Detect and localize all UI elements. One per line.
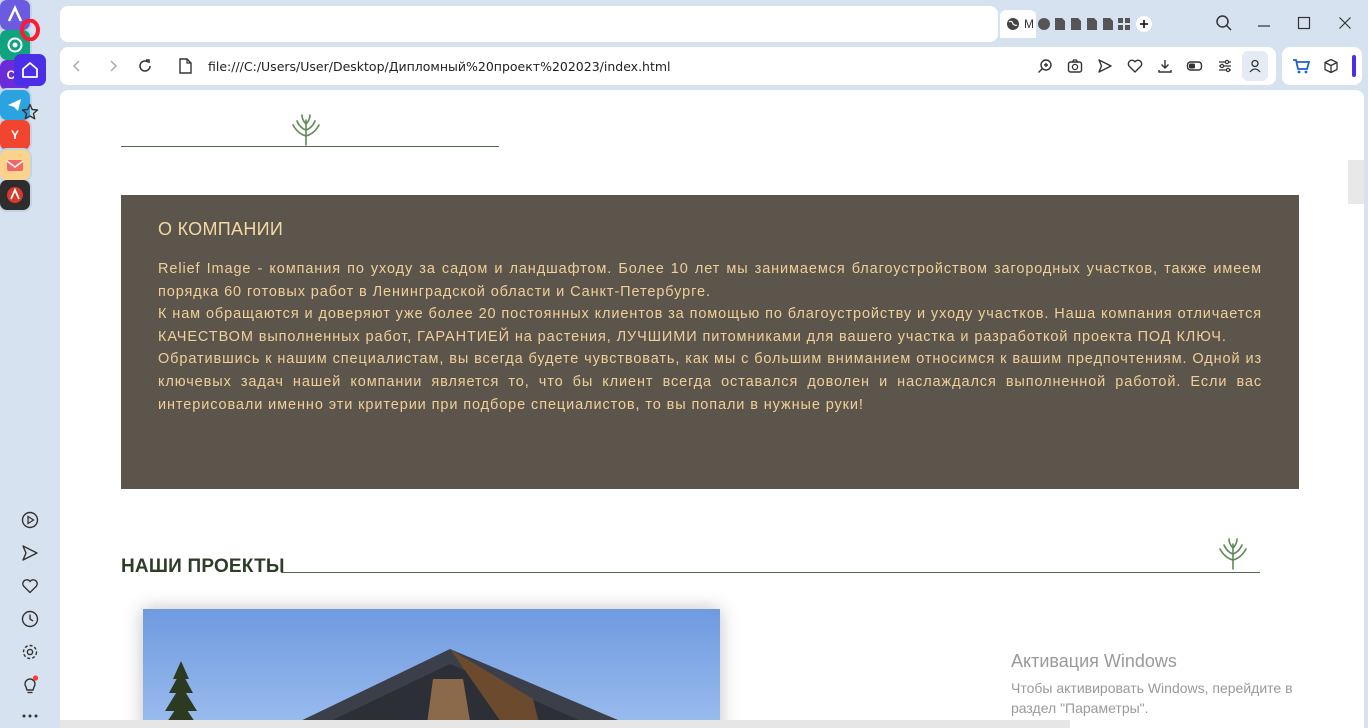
tab-strip: M: [1000, 10, 1156, 38]
maximize-icon: [1297, 16, 1311, 30]
more-dots-icon[interactable]: [14, 700, 46, 728]
camera-icon: [1067, 59, 1083, 73]
cart-icon: [1293, 59, 1310, 74]
reload-icon: [139, 59, 151, 72]
sprig-icon: [1219, 538, 1247, 570]
extensions-bar: [1282, 47, 1362, 85]
horizontal-scrollbar[interactable]: [60, 720, 1070, 728]
tab-document[interactable]: [1068, 10, 1084, 38]
reload-button[interactable]: [130, 51, 160, 81]
battery-saver-button[interactable]: [1182, 51, 1208, 81]
battery-icon: [1186, 61, 1203, 71]
back-button[interactable]: [62, 51, 92, 81]
forward-button[interactable]: [98, 51, 128, 81]
page-viewport: О КОМПАНИИ Relief Image - компания по ух…: [60, 90, 1364, 728]
about-paragraph: Relief Image - компания по уходу за садо…: [158, 261, 1262, 300]
favorite-button[interactable]: [1122, 51, 1148, 81]
close-icon: [1339, 17, 1351, 29]
new-tab-button[interactable]: [1132, 10, 1156, 38]
zoom-button[interactable]: [1032, 51, 1058, 81]
sidebar-app-mail[interactable]: [0, 150, 30, 180]
sidebar-app-yandex-label: Y: [10, 128, 19, 142]
sprig-icon: [292, 114, 320, 146]
plus-icon: [1136, 16, 1152, 32]
document-icon: [1055, 18, 1065, 30]
profile-button[interactable]: [1242, 51, 1268, 81]
close-button[interactable]: [1332, 10, 1358, 36]
address-bar: file:///C:/Users/User/Desktop/Дипломный%…: [60, 47, 1276, 85]
project-photo[interactable]: [143, 609, 720, 728]
sidebar-app-lingvo[interactable]: [0, 180, 30, 210]
extension-accent-bar: [1352, 55, 1356, 77]
snapshot-button[interactable]: [1062, 51, 1088, 81]
send-icon: [1098, 59, 1112, 73]
tab-document[interactable]: [1084, 10, 1100, 38]
tab-active[interactable]: M: [1000, 10, 1036, 38]
minimize-icon: [1258, 25, 1270, 27]
projects-title: НАШИ ПРОЕКТЫ: [121, 556, 285, 577]
activation-line: Чтобы активировать Windows, перейдите в: [1011, 680, 1293, 696]
decor-divider: [121, 146, 499, 147]
document-icon: [1087, 18, 1097, 30]
globe-icon: [1038, 18, 1050, 30]
minimize-button[interactable]: [1251, 10, 1277, 36]
activation-title: Активация Windows: [1011, 651, 1177, 671]
opera-sidebar: CS Y: [0, 0, 58, 728]
projects-divider: [281, 572, 1260, 573]
about-paragraph: К нам обращаются и доверяют уже более 20…: [158, 306, 1262, 345]
globe-icon: [1007, 18, 1019, 30]
easy-setup-button[interactable]: [1212, 51, 1238, 81]
maximize-button[interactable]: [1291, 10, 1317, 36]
vertical-scrollbar-thumb[interactable]: [1348, 160, 1364, 204]
url-field[interactable]: file:///C:/Users/User/Desktop/Дипломный%…: [208, 59, 671, 74]
document-icon: [1071, 18, 1081, 30]
file-page-icon: [170, 51, 200, 81]
chevron-right-icon: [110, 60, 118, 72]
cube-icon: [1324, 58, 1338, 74]
history-clock-icon[interactable]: [14, 603, 46, 635]
zoom-in-icon: [1038, 59, 1052, 73]
bookmarks-star-icon[interactable]: [14, 96, 46, 128]
activation-line: раздел "Параметры".: [1011, 700, 1149, 716]
home-icon[interactable]: [14, 54, 46, 86]
about-title: О КОМПАНИИ: [158, 219, 284, 239]
opera-logo-icon[interactable]: [14, 14, 46, 46]
about-paragraph: Обратившись к нашим специалистам, вы все…: [158, 351, 1262, 413]
document-icon: [1103, 18, 1113, 30]
tab-document[interactable]: [1100, 10, 1116, 38]
download-icon: [1158, 60, 1172, 73]
tab-grid[interactable]: [1116, 10, 1132, 38]
downloads-button[interactable]: [1152, 51, 1178, 81]
chevron-left-icon: [72, 60, 80, 72]
player-icon[interactable]: [14, 504, 46, 536]
extensions-button[interactable]: [1318, 51, 1344, 81]
heart-icon: [1127, 59, 1143, 73]
tab-title: M: [1024, 17, 1034, 31]
search-tabs-button[interactable]: [1211, 10, 1237, 36]
heart-icon[interactable]: [14, 570, 46, 602]
send-icon[interactable]: [14, 537, 46, 569]
address-tools: [1032, 51, 1268, 81]
send-page-button[interactable]: [1092, 51, 1118, 81]
tab-document[interactable]: [1052, 10, 1068, 38]
tab-globe[interactable]: [1036, 10, 1052, 38]
sliders-icon: [1219, 59, 1231, 73]
user-icon: [1249, 59, 1261, 73]
tips-lightbulb-icon[interactable]: [14, 669, 46, 701]
house-photo-image: [143, 609, 720, 728]
search-icon: [1216, 15, 1232, 31]
about-section: О КОМПАНИИ Relief Image - компания по ух…: [121, 195, 1299, 489]
settings-gear-icon[interactable]: [14, 636, 46, 668]
shopping-extension-button[interactable]: [1288, 51, 1314, 81]
windows-activation-watermark: Активация Windows Чтобы активировать Win…: [1011, 651, 1293, 718]
tab-search-area[interactable]: [60, 6, 998, 42]
grid-icon: [1118, 18, 1130, 30]
